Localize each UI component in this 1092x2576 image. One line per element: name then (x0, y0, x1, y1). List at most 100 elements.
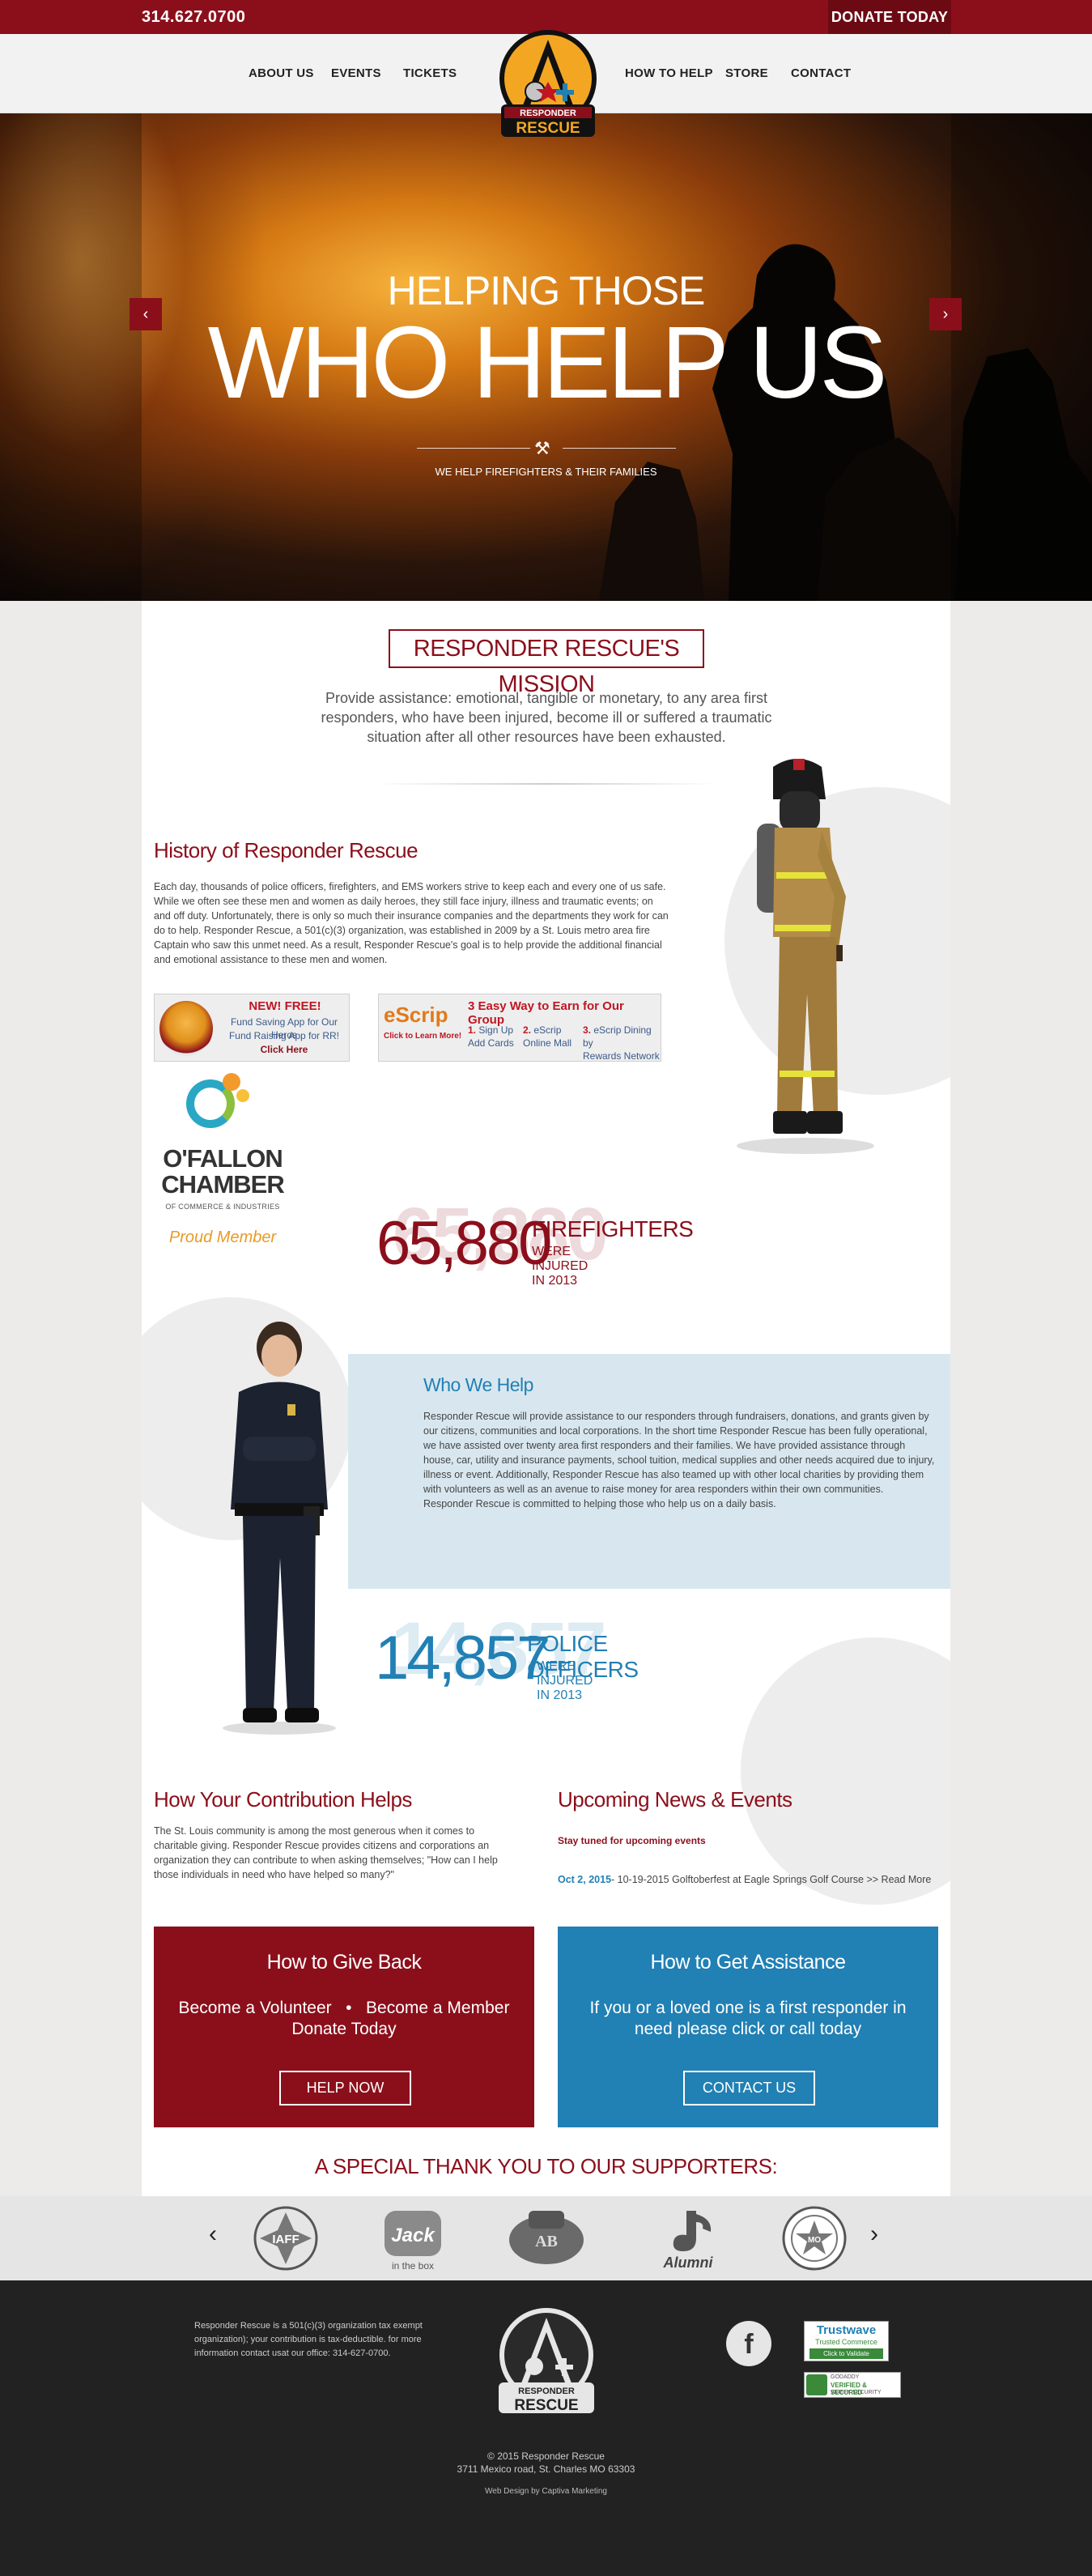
mission-heading: RESPONDER RESCUE'S MISSION (389, 629, 704, 697)
become-member-text: Become a Member (366, 1999, 510, 2017)
iaff-logo[interactable]: IAFF (251, 2204, 321, 2272)
svg-text:AB: AB (535, 2233, 558, 2250)
give-back-heading: How to Give Back (266, 1951, 422, 1974)
svg-text:RESPONDER: RESPONDER (518, 2387, 575, 2396)
chamber-name-1: O'FALLON (163, 1144, 283, 1173)
anheuser-busch-logo[interactable]: AB (506, 2204, 587, 2272)
phone-link[interactable]: 314.627.0700 (142, 8, 245, 27)
svg-text:MO: MO (808, 2236, 821, 2245)
get-assistance-box: How to Get Assistance If you or a loved … (558, 1927, 938, 2127)
firefighter-stat-sublabel: WERE INJURED IN 2013 (532, 1245, 588, 1288)
ofallon-chamber-logo[interactable]: O'FALLON CHAMBER OF COMMERCE & INDUSTRIE… (154, 1073, 295, 1259)
footer: Responder Rescue is a 501(c)(3) organiza… (0, 2280, 1092, 2576)
svg-text:Jack: Jack (391, 2225, 436, 2246)
police-officer-photo (223, 1322, 336, 1735)
chamber-proud-member: Proud Member (168, 1228, 277, 1246)
escrip-title: 3 Easy Way to Earn for Our Group (468, 999, 624, 1027)
give-back-box: How to Give Back Become a Volunteer • Be… (154, 1927, 534, 2127)
footer-logo[interactable]: RESPONDER RESCUE (492, 2306, 601, 2416)
supporters-heading: A SPECIAL THANK YOU TO OUR SUPPORTERS: (314, 2154, 778, 2178)
facebook-icon[interactable]: f (726, 2321, 771, 2366)
logo-text-bottom: RESCUE (516, 120, 580, 137)
svg-text:in the box: in the box (392, 2260, 434, 2272)
news-item-link[interactable]: Oct 2, 2015- 10-19-2015 Golftoberfest at… (558, 1872, 938, 1887)
trustwave-title: Trustwave (816, 2323, 877, 2337)
chamber-dot-small-icon (236, 1089, 249, 1102)
blues-alumni-logo[interactable]: Alumni (648, 2204, 729, 2272)
hero-rule-left (417, 448, 530, 449)
escrip-step-1: 1. Sign Up Add Cards (468, 1024, 514, 1049)
copyright-text: © 2015 Responder Rescue (487, 2450, 605, 2462)
fund-app-banner[interactable]: NEW! FREE! Fund Saving App for Our Heros… (154, 994, 350, 1062)
get-assistance-text: If you or a loved one is a first respond… (589, 1999, 907, 2038)
escrip-step-3: 3. eScrip Dining by Rewards Network (583, 1024, 660, 1062)
supporters-carousel: ‹ › IAFF Jack in the box AB Alumni MO (0, 2196, 1092, 2280)
news-heading: Upcoming News & Events (558, 1787, 792, 1812)
nav-store[interactable]: STORE (725, 66, 768, 80)
firefighter-stat-label: FIREFIGHTERS (532, 1216, 694, 1241)
escrip-learn-more: Click to Learn More! (384, 1032, 462, 1041)
help-now-button[interactable]: HELP NOW (279, 2071, 411, 2106)
contribution-heading: How Your Contribution Helps (154, 1787, 412, 1812)
trustwave-validate: Click to Validate (809, 2348, 883, 2359)
get-assistance-heading: How to Get Assistance (650, 1951, 846, 1974)
web-design-credit-link[interactable]: Web Design by Captiva Marketing (0, 2487, 1092, 2496)
news-subheading: Stay tuned for upcoming events (558, 1835, 706, 1846)
trustwave-badge[interactable]: Trustwave Trusted Commerce Click to Vali… (804, 2321, 889, 2361)
app-icon (159, 1001, 213, 1056)
footer-info-text: Responder Rescue is a 501(c)(3) organiza… (194, 2321, 423, 2358)
app-banner-cta: Click Here (260, 1044, 308, 1055)
who-we-help-heading: Who We Help (423, 1374, 533, 1395)
app-banner-title: NEW! FREE! (249, 999, 321, 1013)
hero-rule-right (563, 448, 676, 449)
missouri-seal-logo[interactable]: MO (780, 2204, 849, 2272)
contact-us-button[interactable]: CONTACT US (683, 2071, 815, 2106)
footer-copyright: © 2015 Responder Rescue 3711 Mexico road… (0, 2450, 1092, 2476)
svg-text:RESCUE: RESCUE (514, 2397, 578, 2414)
donate-today-button[interactable]: DONATE TODAY (828, 0, 951, 34)
give-back-options: Become a Volunteer • Become a Member Don… (170, 1998, 518, 2040)
escrip-step-2: 2. eScrip Online Mall (523, 1024, 572, 1049)
chamber-name-2: CHAMBER (161, 1170, 284, 1199)
hero-tagline: WE HELP FIREFIGHTERS & THEIR FAMILIES (435, 466, 657, 478)
nav-tickets[interactable]: TICKETS (403, 66, 457, 80)
escrip-brand: eScrip (384, 1003, 448, 1027)
secure-brand: GODADDY (831, 2374, 860, 2380)
bullet-icon: • (336, 1999, 362, 2017)
svg-text:IAFF: IAFF (272, 2233, 299, 2246)
star-of-life-watermark (741, 1637, 950, 1905)
section-divider (376, 783, 716, 785)
nav-contact[interactable]: CONTACT (791, 66, 851, 80)
firefighter-stat-number: 65,880 (376, 1209, 552, 1278)
firefighter-photo (737, 759, 874, 1154)
contribution-text: The St. Louis community is among the mos… (154, 1825, 498, 1880)
history-text: Each day, thousands of police officers, … (154, 881, 669, 965)
main-content: RESPONDER RESCUE'S MISSION Provide assis… (142, 601, 950, 2217)
responder-rescue-logo[interactable]: RESPONDER RESCUE (493, 28, 603, 142)
app-banner-line2: Fund Raising App for RR! (228, 1030, 340, 1041)
police-stat-number: 14,857 (375, 1624, 550, 1692)
donate-today-text: Donate Today (291, 2020, 397, 2038)
trustwave-sub: Trusted Commerce (815, 2338, 877, 2346)
who-we-help-text: Responder Rescue will provide assistance… (423, 1411, 935, 1509)
secure-verify: VERIFY SECURITY (831, 2390, 882, 2395)
logo-text-top: RESPONDER (520, 109, 576, 118)
chamber-dot-icon (223, 1073, 240, 1091)
verified-secured-badge[interactable]: GODADDY VERIFIED & SECURED VERIFY SECURI… (804, 2372, 901, 2398)
shield-icon (806, 2374, 827, 2395)
jack-in-the-box-logo[interactable]: Jack in the box (376, 2204, 449, 2272)
news-item-date: Oct 2, 2015 (558, 1874, 612, 1885)
police-stat-sublabel: WERE INJURED IN 2013 (537, 1659, 593, 1702)
nav-how-to-help[interactable]: HOW TO HELP (625, 66, 713, 80)
become-volunteer-text: Become a Volunteer (178, 1999, 332, 2017)
svg-text:Alumni: Alumni (663, 2255, 714, 2271)
escrip-banner[interactable]: eScrip Click to Learn More! 3 Easy Way t… (378, 994, 661, 1062)
nav-events[interactable]: EVENTS (331, 66, 381, 80)
supporters-next-arrow[interactable]: › (870, 2220, 878, 2248)
mission-text: Provide assistance: emotional, tangible … (321, 690, 772, 745)
nav-about-us[interactable]: ABOUT US (249, 66, 314, 80)
history-heading: History of Responder Rescue (154, 838, 419, 862)
supporters-prev-arrow[interactable]: ‹ (209, 2220, 217, 2248)
address-text: 3711 Mexico road, St. Charles MO 63303 (457, 2463, 635, 2475)
crossed-axes-icon: ⚒ (534, 438, 550, 458)
